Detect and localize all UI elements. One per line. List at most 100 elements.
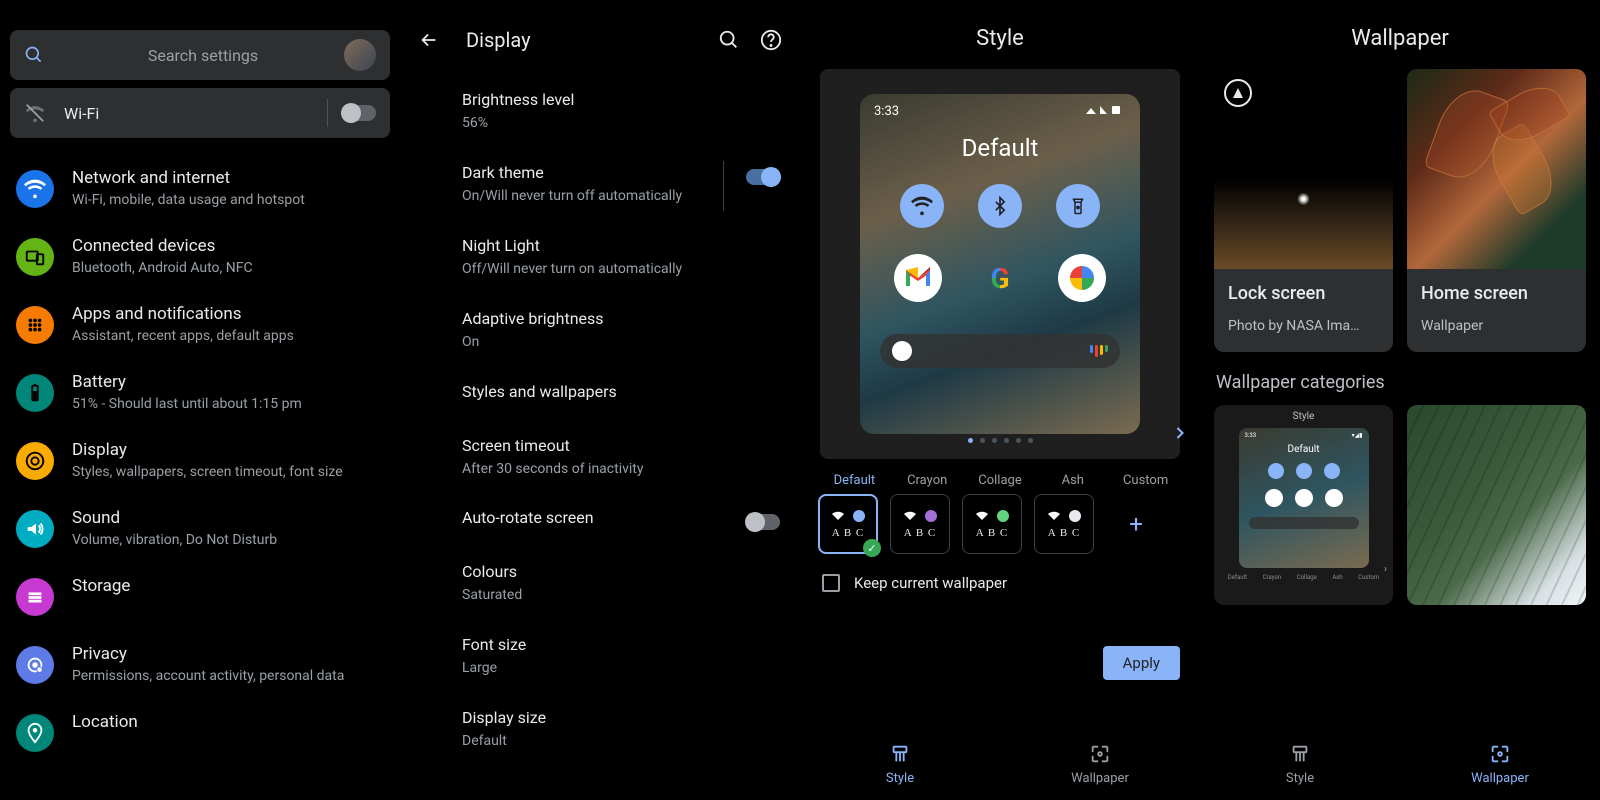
row-title: Display size: [462, 708, 780, 727]
toggle-switch[interactable]: [746, 514, 780, 530]
avatar[interactable]: [344, 39, 376, 71]
gmail-icon: [894, 254, 942, 302]
display-title: Display: [466, 28, 698, 52]
display-row[interactable]: Dark themeOn/Will never turn off automat…: [400, 151, 800, 224]
wifi-switch[interactable]: [342, 105, 376, 121]
display-row[interactable]: Auto-rotate screen: [400, 496, 800, 550]
compass-icon[interactable]: [1224, 79, 1252, 107]
chevron-right-icon: ›: [1384, 564, 1387, 575]
display-row[interactable]: Font sizeLarge: [400, 623, 800, 696]
lock-screen-card[interactable]: Lock screen Photo by NASA Ima…: [1214, 69, 1393, 352]
home-title: Home screen: [1421, 283, 1572, 304]
row-sub: Permissions, account activity, personal …: [72, 668, 344, 684]
google-search-bar: G: [880, 334, 1120, 368]
display-row[interactable]: Display sizeDefault: [400, 696, 800, 769]
location-icon: [16, 714, 54, 752]
display-row[interactable]: Screen timeoutAfter 30 seconds of inacti…: [400, 424, 800, 497]
preview-statusbar: 3:33: [874, 104, 1126, 119]
style-label[interactable]: Default: [818, 473, 891, 488]
tab-style[interactable]: Style: [800, 743, 1000, 786]
chevron-right-icon[interactable]: [1166, 419, 1194, 447]
mini-phone: 3:33▾◢▮ Default: [1239, 428, 1369, 568]
keep-wallpaper-label: Keep current wallpaper: [854, 574, 1007, 592]
battery-icon: [16, 374, 54, 412]
style-thumb[interactable]: A B C✓: [818, 494, 878, 554]
storage-icon: [16, 578, 54, 616]
display-row[interactable]: Adaptive brightnessOn: [400, 297, 800, 370]
category-style[interactable]: Style 3:33▾◢▮ Default › DefaultCrayonCol…: [1214, 405, 1393, 605]
wallpaper-tab-icon: [1089, 743, 1111, 765]
settings-row-apps[interactable]: Apps and notificationsAssistant, recent …: [0, 292, 400, 360]
settings-row-brightness[interactable]: Display Styles, wallpapers, screen timeou…: [0, 428, 400, 496]
devices-icon: [16, 238, 54, 276]
display-row[interactable]: Brightness level56%: [400, 78, 800, 151]
settings-row-wifi[interactable]: Network and internetWi-Fi, mobile, data …: [0, 156, 400, 224]
lock-title: Lock screen: [1228, 283, 1379, 304]
bottom-tabs: Style Wallpaper: [1200, 743, 1600, 786]
row-title: Battery: [72, 372, 302, 392]
preview-time: 3:33: [874, 104, 899, 119]
apps-icon: [16, 306, 54, 344]
settings-row-devices[interactable]: Connected devicesBluetooth, Android Auto…: [0, 224, 400, 292]
qs-wifi-icon: [900, 184, 944, 228]
checkbox[interactable]: [822, 574, 840, 592]
divider: [327, 99, 328, 127]
keep-wallpaper-row[interactable]: Keep current wallpaper: [800, 554, 1200, 602]
row-title: Auto-rotate screen: [462, 508, 780, 527]
style-thumb[interactable]: A B C: [1034, 494, 1094, 554]
wifi-icon: [16, 170, 54, 208]
style-label[interactable]: Ash: [1036, 473, 1109, 488]
categories-label: Wallpaper categories: [1200, 352, 1600, 405]
row-title: Colours: [462, 562, 780, 581]
help-icon[interactable]: [760, 29, 782, 51]
back-icon[interactable]: [418, 29, 440, 51]
row-sub: On/Will never turn off automatically: [462, 187, 780, 206]
settings-row-storage[interactable]: Storage: [0, 564, 400, 632]
status-icons: [1086, 104, 1126, 119]
sound-icon: [16, 510, 54, 548]
settings-row-sound[interactable]: SoundVolume, vibration, Do Not Disturb: [0, 496, 400, 564]
style-preview[interactable]: 3:33 Default G G: [820, 69, 1180, 459]
apply-button[interactable]: Apply: [1103, 646, 1180, 680]
preview-label: Default: [860, 134, 1140, 162]
row-title: Night Light: [462, 236, 780, 255]
style-label[interactable]: Custom: [1109, 473, 1182, 488]
brightness-icon: [16, 442, 54, 480]
home-screen-card[interactable]: Home screen Wallpaper: [1407, 69, 1586, 352]
row-title: Privacy: [72, 644, 344, 664]
search-settings[interactable]: Search settings: [10, 30, 390, 80]
row-title: Display: [72, 440, 343, 460]
assistant-icon: [1090, 345, 1108, 357]
row-sub: Volume, vibration, Do Not Disturb: [72, 532, 277, 548]
style-thumb[interactable]: A B C: [890, 494, 950, 554]
qs-flashlight-icon: [1056, 184, 1100, 228]
row-title: Font size: [462, 635, 780, 654]
category-aerial[interactable]: [1407, 405, 1586, 605]
display-row[interactable]: Night LightOff/Will never turn on automa…: [400, 224, 800, 297]
style-thumb[interactable]: A B C: [962, 494, 1022, 554]
display-row[interactable]: Styles and wallpapers: [400, 370, 800, 424]
tab-style[interactable]: Style: [1200, 743, 1400, 786]
row-sub: After 30 seconds of inactivity: [462, 460, 780, 479]
home-screen-image: [1407, 69, 1586, 269]
wifi-quick-toggle[interactable]: Wi-Fi: [10, 88, 390, 138]
style-label[interactable]: Crayon: [891, 473, 964, 488]
display-panel: Display Brightness level56%Dark themeOn/…: [400, 0, 800, 800]
tab-wallpaper[interactable]: Wallpaper: [1400, 743, 1600, 786]
row-title: Storage: [72, 576, 130, 596]
settings-row-privacy[interactable]: Privacy Permissions, account activity, pe…: [0, 632, 400, 700]
pager-dots: [820, 438, 1180, 443]
toggle-switch[interactable]: [746, 169, 780, 185]
add-style-button[interactable]: +: [1106, 494, 1166, 554]
g-logo-icon: G: [892, 341, 912, 361]
tab-wallpaper[interactable]: Wallpaper: [1000, 743, 1200, 786]
row-sub: Styles, wallpapers, screen timeout, font…: [72, 464, 343, 480]
phone-preview: 3:33 Default G G: [860, 94, 1140, 434]
settings-row-battery[interactable]: Battery51% - Should last until about 1:1…: [0, 360, 400, 428]
row-title: Brightness level: [462, 90, 780, 109]
privacy-icon: [16, 646, 54, 684]
style-label[interactable]: Collage: [964, 473, 1037, 488]
display-row[interactable]: ColoursSaturated: [400, 550, 800, 623]
search-icon[interactable]: [718, 29, 740, 51]
settings-row-location[interactable]: Location: [0, 700, 400, 768]
